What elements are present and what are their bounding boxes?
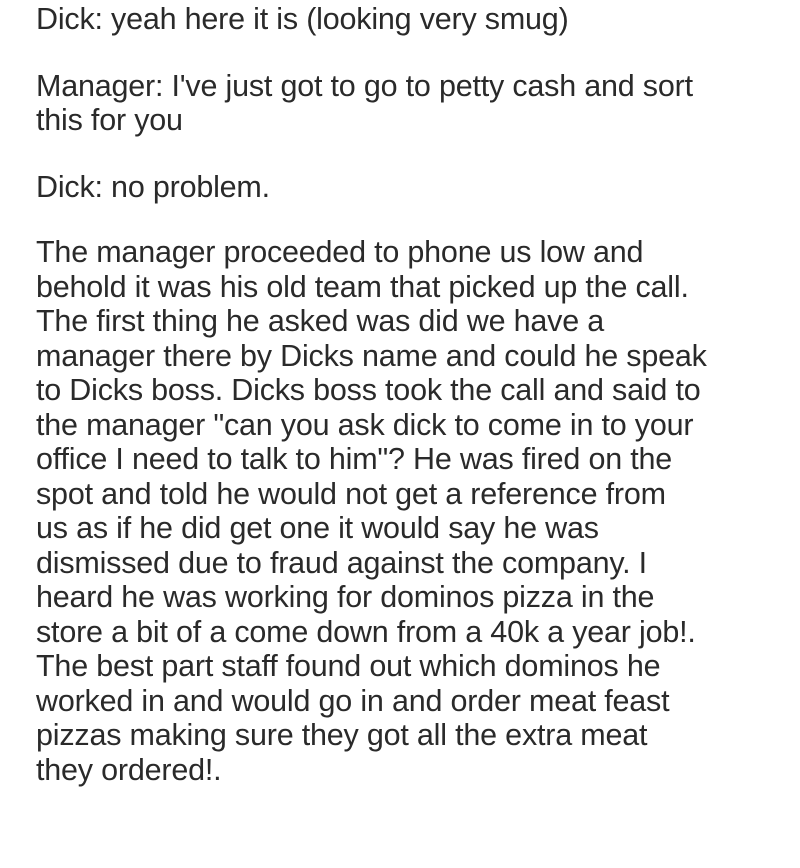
text-line: this for you: [36, 103, 183, 137]
text-line: The manager proceeded to phone us low an…: [36, 235, 644, 269]
paragraph-dick-reply: Dick: yeah here it is (looking very smug…: [36, 2, 786, 37]
paragraph-manager-reply: Manager: I've just got to go to petty ca…: [36, 69, 786, 138]
paragraph-dick-no-problem: Dick: no problem.: [36, 170, 786, 205]
text-line: The best part staff found out which domi…: [36, 649, 661, 683]
text-line: manager there by Dicks name and could he…: [36, 338, 707, 373]
paragraph-story: The manager proceeded to phone us low an…: [36, 235, 786, 787]
text-line: Dick: no problem.: [36, 169, 270, 204]
text-line: to Dicks boss. Dicks boss took the call …: [36, 373, 701, 407]
text-line: pizzas making sure they got all the extr…: [36, 718, 648, 752]
text-line: they ordered!.: [36, 752, 222, 787]
text-line: Manager: I've just got to go to petty ca…: [36, 68, 693, 103]
text-line: store a bit of a come down from a 40k a …: [36, 614, 696, 649]
text-line: dismissed due to fraud against the compa…: [36, 545, 647, 580]
text-line: the manager "can you ask dick to come in…: [36, 407, 694, 442]
text-line: office I need to talk to him"? He was fi…: [36, 442, 673, 476]
text-line: worked in and would go in and order meat…: [36, 683, 670, 718]
text-line: heard he was working for dominos pizza i…: [36, 580, 655, 614]
text-line: behold it was his old team that picked u…: [36, 269, 689, 304]
text-line: us as if he did get one it would say he …: [36, 511, 599, 545]
text-line: Dick: yeah here it is (looking very smug…: [36, 2, 569, 36]
text-line: The first thing he asked was did we have…: [36, 304, 605, 338]
post-body: Dick: yeah here it is (looking very smug…: [36, 0, 786, 787]
text-line: spot and told he would not get a referen…: [36, 476, 666, 511]
